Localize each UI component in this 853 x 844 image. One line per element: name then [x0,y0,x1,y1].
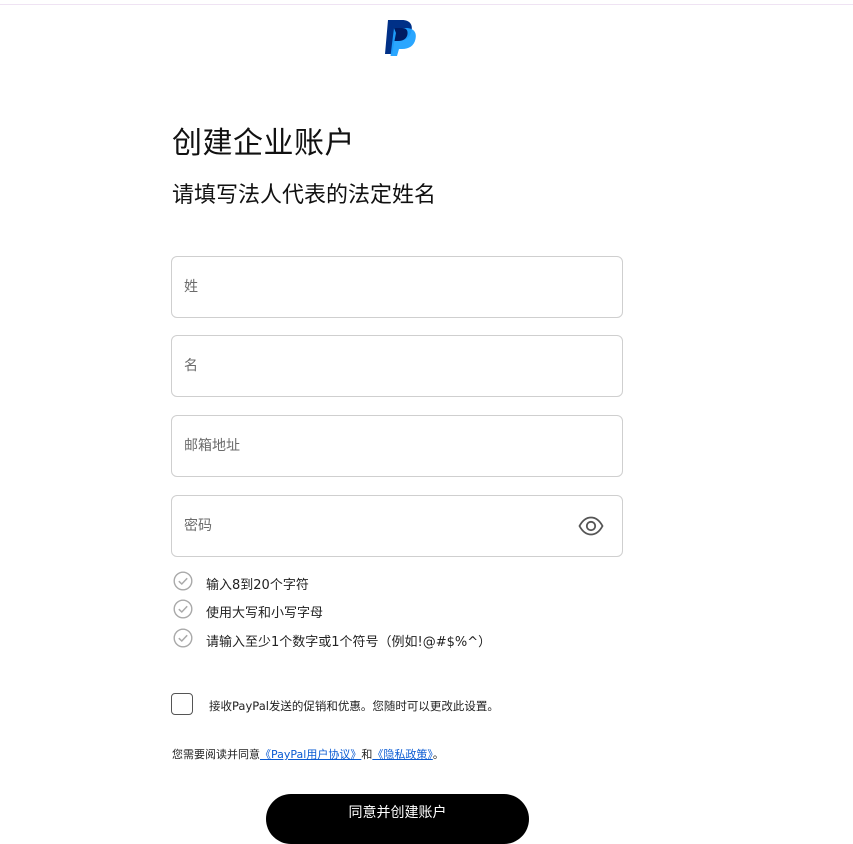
user-agreement-link[interactable]: 《PayPal用户协议》 [260,748,361,761]
top-border [0,0,853,5]
paypal-logo-icon [385,20,416,56]
password-rule-text: 输入8到20个字符 [206,578,309,593]
eye-icon[interactable] [578,515,604,537]
password-rule-text: 使用大写和小写字母 [206,606,324,621]
check-circle-icon [173,571,193,591]
agree-and-create-account-button[interactable]: 同意并创建账户 [266,794,529,844]
check-circle-icon [173,599,193,619]
password-rule-text: 请输入至少1个数字或1个符号（例如!@#$%^） [206,635,492,650]
password-input[interactable] [172,496,622,556]
last-name-field-container [171,256,623,318]
first-name-input[interactable] [172,336,622,396]
page-subtitle: 请填写法人代表的法定姓名 [172,183,437,208]
last-name-input[interactable] [172,257,622,317]
promotions-checkbox[interactable] [171,693,193,715]
privacy-policy-link[interactable]: 《隐私政策》 [372,748,433,761]
check-circle-icon [173,628,193,648]
legal-suffix: 。 [432,748,444,761]
email-input[interactable] [172,416,622,476]
legal-prefix: 您需要阅读并同意 [172,748,260,761]
legal-notice: 您需要阅读并同意《PayPal用户协议》和《隐私政策》。 [172,746,444,762]
first-name-field-container [171,335,623,397]
promotions-checkbox-label[interactable]: 接收PayPal发送的促销和优惠。您随时可以更改此设置。 [209,698,499,714]
page-title: 创建企业账户 [172,126,355,161]
password-field-container [171,495,623,557]
email-field-container [171,415,623,477]
legal-conjunction: 和 [361,748,373,761]
